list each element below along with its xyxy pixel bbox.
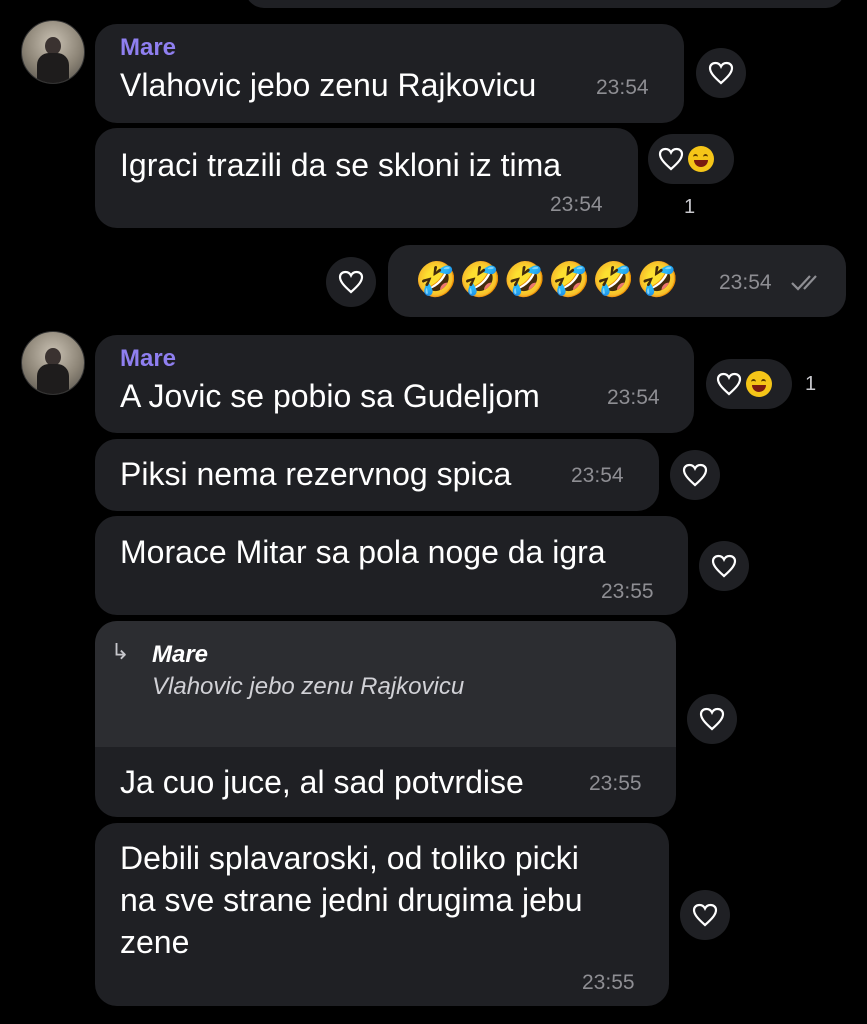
- message-text: Ja cuo juce, al sad potvrdise: [120, 764, 524, 800]
- sender-name[interactable]: Mare: [120, 34, 176, 62]
- message-bubble[interactable]: Mare A Jovic se pobio sa Gudeljom 23:54: [95, 335, 694, 433]
- message-text: Piksi nema rezervnog spica: [120, 456, 512, 492]
- message-bubble[interactable]: Morace Mitar sa pola noge da igra 23:55: [95, 516, 688, 615]
- message-time: 23:54: [607, 386, 660, 409]
- heart-icon: [716, 372, 742, 396]
- message-text-line: Debili splavaroski, od toliko picki: [120, 840, 579, 876]
- message-emoji-text: 🤣🤣🤣🤣🤣🤣: [415, 261, 682, 299]
- heart-icon: [338, 270, 364, 294]
- quoted-text: Vlahovic jebo zenu Rajkovicu: [152, 673, 465, 700]
- heart-reaction-button[interactable]: [680, 890, 730, 940]
- message-time: 23:55: [589, 772, 642, 795]
- message-time: 23:55: [582, 971, 635, 994]
- message-time: 23:55: [601, 580, 654, 603]
- grinning-emoji-icon: [746, 371, 772, 397]
- message-bubble[interactable]: Piksi nema rezervnog spica 23:54: [95, 439, 659, 511]
- heart-reaction-button[interactable]: [696, 48, 746, 98]
- reaction-count: 1: [805, 373, 817, 395]
- message-time: 23:54: [550, 193, 603, 216]
- message-time: 23:54: [719, 271, 772, 294]
- message-bubble[interactable]: Mare Vlahovic jebo zenu Rajkovicu 23:54: [95, 24, 684, 123]
- double-check-icon: [791, 275, 817, 291]
- heart-icon: [699, 707, 725, 731]
- heart-reaction-button[interactable]: [670, 450, 720, 500]
- message-time: 23:54: [596, 76, 649, 99]
- message-text: A Jovic se pobio sa Gudeljom: [120, 378, 540, 414]
- message-text: Igraci trazili da se skloni iz tima: [120, 147, 562, 183]
- reaction-pill[interactable]: [648, 134, 734, 184]
- grinning-emoji-icon: [688, 146, 714, 172]
- message-text-line: zene: [120, 924, 190, 960]
- sender-avatar[interactable]: [21, 20, 85, 84]
- message-bubble[interactable]: Debili splavaroski, od toliko picki na s…: [95, 823, 669, 1006]
- message-text: Vlahovic jebo zenu Rajkovicu: [120, 67, 537, 103]
- reaction-pill[interactable]: [706, 359, 792, 409]
- outgoing-message-bubble[interactable]: 🤣🤣🤣🤣🤣🤣 23:54: [388, 245, 846, 317]
- heart-icon: [708, 61, 734, 85]
- message-bubble[interactable]: Igraci trazili da se skloni iz tima 23:5…: [95, 128, 638, 228]
- message-time: 23:54: [571, 464, 624, 487]
- heart-icon: [692, 903, 718, 927]
- heart-reaction-button[interactable]: [326, 257, 376, 307]
- heart-icon: [658, 147, 684, 171]
- previous-message-bubble[interactable]: [245, 0, 845, 8]
- quoted-message[interactable]: ↳ Mare Vlahovic jebo zenu Rajkovicu: [95, 621, 676, 747]
- quoted-sender: Mare: [152, 641, 209, 668]
- message-text-line: na sve strane jedni drugima jebu: [120, 882, 583, 918]
- heart-icon: [711, 554, 737, 578]
- message-text: Morace Mitar sa pola noge da igra: [120, 534, 606, 570]
- heart-reaction-button[interactable]: [699, 541, 749, 591]
- heart-reaction-button[interactable]: [687, 694, 737, 744]
- reply-message-bubble[interactable]: ↳ Mare Vlahovic jebo zenu Rajkovicu Ja c…: [95, 621, 676, 817]
- sender-name[interactable]: Mare: [120, 345, 176, 373]
- sender-avatar[interactable]: [21, 331, 85, 395]
- reaction-count: 1: [684, 196, 696, 218]
- reply-arrow-icon: ↳: [111, 639, 130, 664]
- heart-icon: [682, 463, 708, 487]
